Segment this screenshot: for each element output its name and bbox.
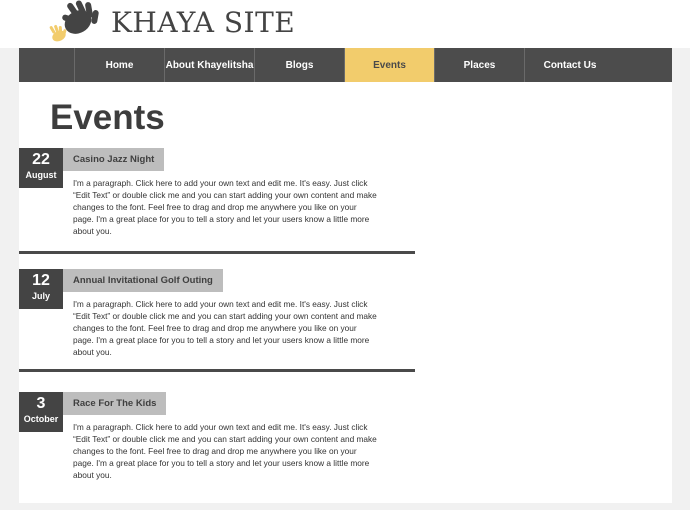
event-title[interactable]: Race For The Kids [63,392,167,415]
date-day: 22 [32,151,50,168]
event-description: I'm a paragraph. Click here to add your … [73,422,377,480]
nav-item-home[interactable]: Home [75,48,165,82]
main-nav: Home About Khayelitsha Blogs Events Plac… [19,48,672,82]
site-title[interactable]: KHAYA SITE [111,6,295,39]
date-day: 12 [32,272,50,289]
event-description: I'm a paragraph. Click here to add your … [73,178,377,236]
date-badge: 3 October [19,392,63,432]
event-description: I'm a paragraph. Click here to add your … [73,299,377,357]
date-badge: 22 August [19,148,63,188]
nav-item-places[interactable]: Places [435,48,525,82]
nav-item-about-khayelitsha[interactable]: About Khayelitsha [165,48,255,82]
nav-spacer [19,48,75,82]
event-item: 3 October Race For The Kids I'm a paragr… [19,392,415,502]
date-badge: 12 July [19,269,63,309]
event-item: 12 July Annual Invitational Golf Outing … [19,269,415,379]
date-month: October [23,414,59,424]
page-title: Events [50,98,165,137]
event-divider [19,369,415,372]
date-month: August [25,170,57,180]
event-title[interactable]: Casino Jazz Night [63,148,165,171]
event-title[interactable]: Annual Invitational Golf Outing [63,269,223,292]
nav-item-contact-us[interactable]: Contact Us [525,48,615,82]
nav-item-blogs[interactable]: Blogs [255,48,345,82]
site-header: KHAYA SITE [0,0,690,48]
date-day: 3 [36,395,46,412]
hand-logo-icon[interactable] [48,0,104,44]
event-item: 22 August Casino Jazz Night I'm a paragr… [19,148,415,258]
date-month: July [31,291,50,301]
event-divider [19,251,415,254]
nav-item-events[interactable]: Events [345,48,435,82]
content-area: Events 22 August Casino Jazz Night I'm a… [19,82,672,503]
